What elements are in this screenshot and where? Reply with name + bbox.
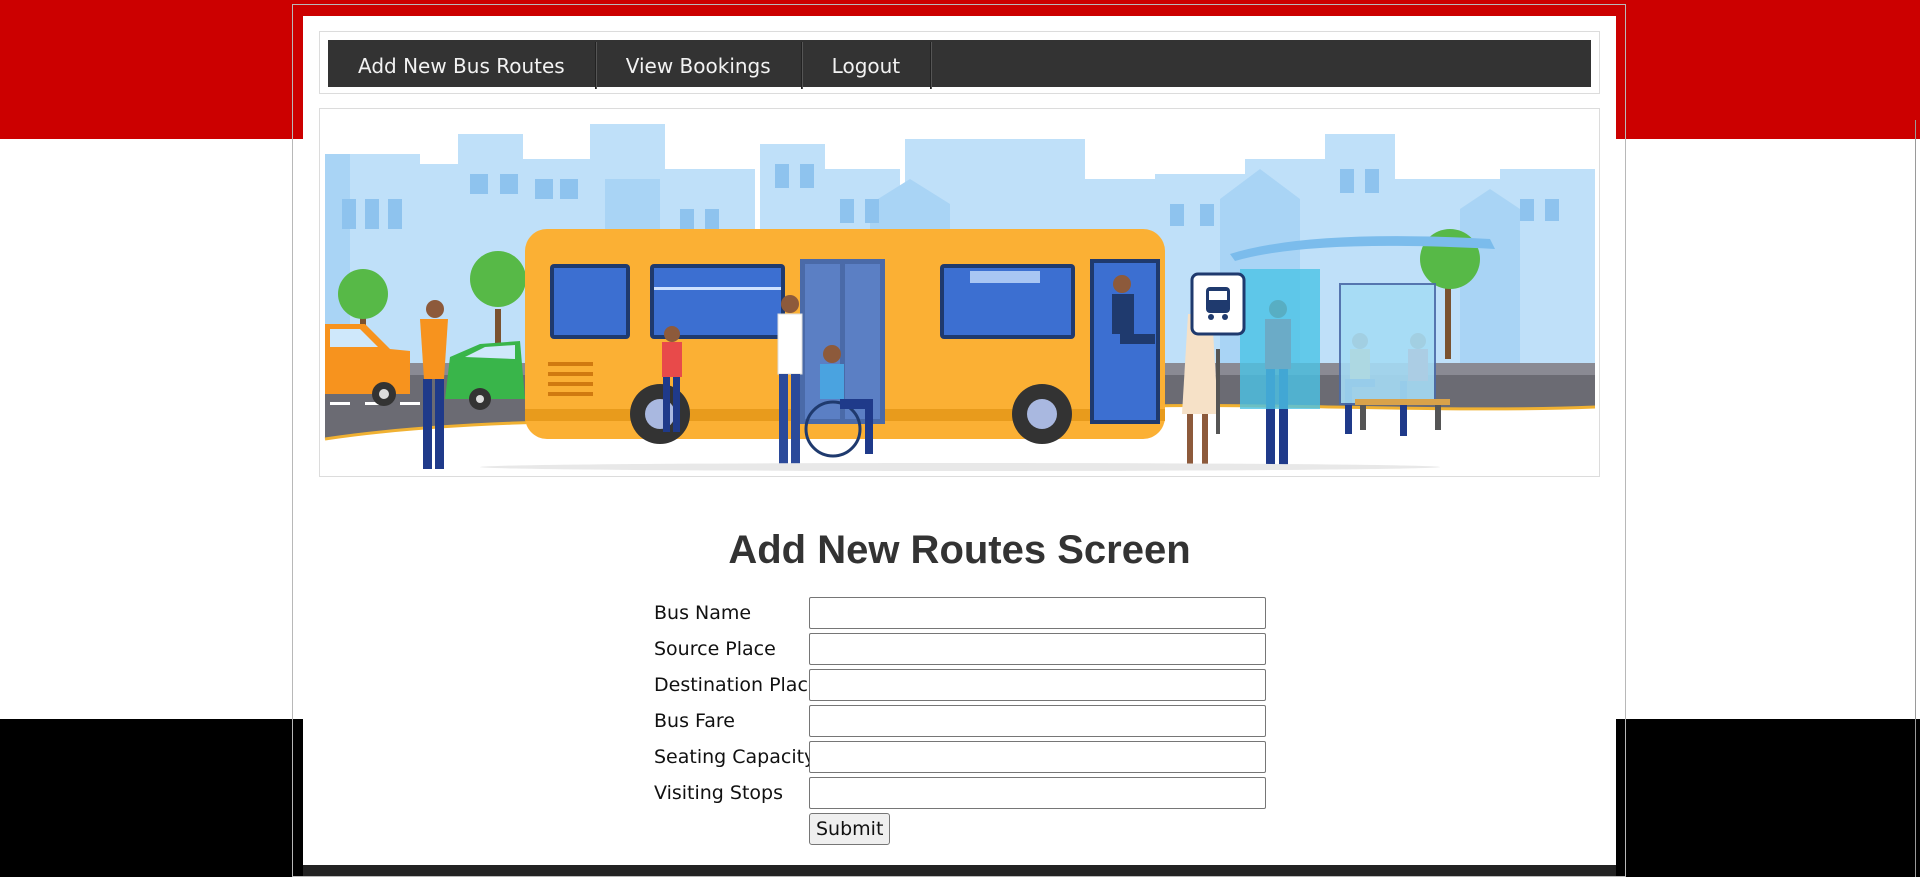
form-row-destination-place: Destination Place [654,669,1274,705]
form-row-seating-capacity: Seating Capacity [654,741,1274,777]
bus-stop-illustration [324,124,1596,476]
form-row-visiting-stops: Visiting Stops [654,777,1274,813]
nav-view-bookings[interactable]: View Bookings [596,42,802,89]
navbar-wrapper: Add New Bus Routes View Bookings Logout [319,31,1600,94]
form-row-bus-name: Bus Name [654,597,1274,633]
seating-capacity-input[interactable] [809,741,1266,773]
window-edge-line [1915,120,1916,877]
page-title: Add New Routes Screen [728,528,1191,572]
form-row-bus-fare: Bus Fare [654,705,1274,741]
form-row-submit: Submit [654,813,1274,849]
visiting-stops-input[interactable] [809,777,1266,809]
source-place-input[interactable] [809,633,1266,665]
bus-name-input[interactable] [809,597,1266,629]
navbar: Add New Bus Routes View Bookings Logout [328,40,1591,89]
banner-image [319,108,1600,477]
add-route-form: Bus Name Source Place Destination Place … [654,597,1274,849]
destination-place-label: Destination Place [654,674,820,696]
nav-logout[interactable]: Logout [802,42,932,89]
form-row-source-place: Source Place [654,633,1274,669]
bus-name-label: Bus Name [654,602,752,624]
submit-button[interactable]: Submit [809,813,891,845]
destination-place-input[interactable] [809,669,1266,701]
bus-fare-input[interactable] [809,705,1266,737]
nav-add-new-bus-routes[interactable]: Add New Bus Routes [328,42,596,89]
visiting-stops-label: Visiting Stops [654,782,784,804]
source-place-label: Source Place [654,638,776,660]
footer-strip [303,865,1616,877]
page-container: Add New Bus Routes View Bookings Logout [303,16,1616,865]
seating-capacity-label: Seating Capacity [654,746,816,768]
bus-fare-label: Bus Fare [654,710,735,732]
